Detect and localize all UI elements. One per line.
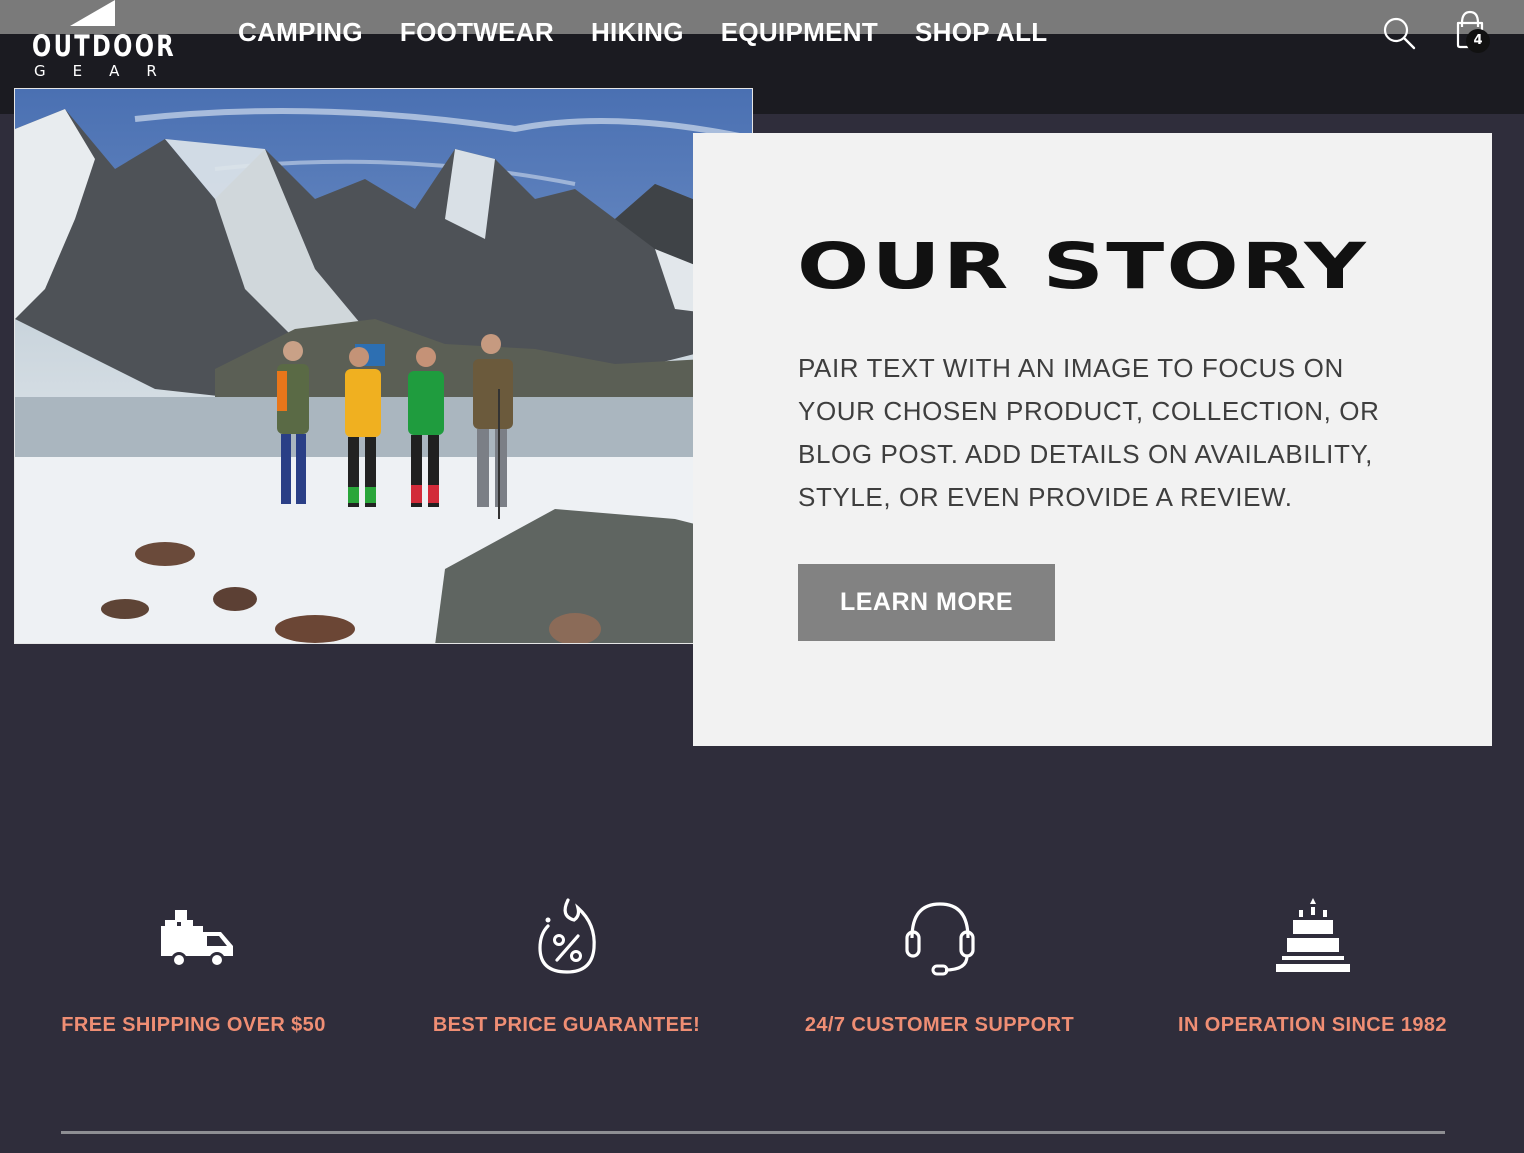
discount-flame-icon — [537, 898, 596, 974]
nav-item-camping[interactable]: CAMPING — [238, 14, 363, 54]
search-icon[interactable] — [1382, 16, 1416, 50]
nav-item-hiking[interactable]: HIKING — [591, 14, 684, 54]
main-nav: CAMPING FOOTWEAR HIKING EQUIPMENT SHOP A… — [238, 14, 1047, 54]
headset-icon — [904, 902, 975, 976]
nav-item-shop-all[interactable]: SHOP ALL — [915, 14, 1047, 54]
learn-more-button[interactable]: LEARN MORE — [798, 564, 1055, 641]
mountain-hikers-photo — [15, 89, 752, 643]
feature-label: FREE SHIPPING OVER $50 — [61, 1014, 326, 1036]
logo-word: OUTDOOR — [32, 29, 177, 63]
feature-best-price: BEST PRICE GUARANTEE! — [380, 890, 753, 1036]
feature-label: 24/7 CUSTOMER SUPPORT — [804, 1014, 1075, 1036]
birthday-cake-icon — [1275, 898, 1350, 972]
story-description: PAIR TEXT WITH AN IMAGE TO FOCUS ON YOUR… — [798, 353, 1380, 512]
delivery-truck-icon — [160, 910, 233, 968]
feature-label: BEST PRICE GUARANTEE! — [432, 1014, 701, 1036]
feature-free-shipping: FREE SHIPPING OVER $50 — [7, 890, 380, 1036]
nav-item-footwear[interactable]: FOOTWEAR — [400, 14, 554, 54]
section-divider — [61, 1131, 1445, 1134]
feature-support: 24/7 CUSTOMER SUPPORT — [753, 890, 1126, 1036]
hero-photo — [14, 88, 753, 644]
logo-subtitle: GEAR — [34, 62, 184, 80]
feature-since-1982: IN OPERATION SINCE 1982 — [1126, 890, 1499, 1036]
feature-label: IN OPERATION SINCE 1982 — [1178, 1014, 1447, 1036]
logo-mark — [70, 0, 115, 26]
our-story-card: OUR STORY PAIR TEXT WITH AN IMAGE TO FOC… — [693, 133, 1492, 746]
cart-count-badge: 4 — [1466, 29, 1490, 53]
nav-item-equipment[interactable]: EQUIPMENT — [721, 14, 878, 54]
story-title: OUR STORY — [797, 229, 1369, 303]
site-logo[interactable]: OUTDOOR GEAR — [30, 0, 174, 84]
